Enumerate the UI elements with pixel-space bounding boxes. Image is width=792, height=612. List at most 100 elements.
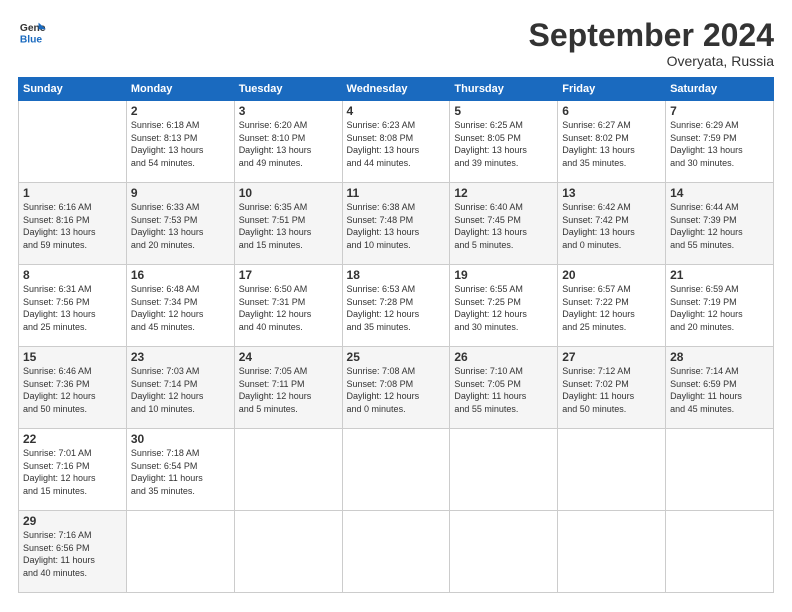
day-info: Sunrise: 6:53 AM Sunset: 7:28 PM Dayligh… [347, 283, 446, 333]
header-saturday: Saturday [666, 78, 774, 101]
header: General Blue September 2024 Overyata, Ru… [18, 18, 774, 69]
day-number: 29 [23, 514, 122, 528]
calendar-cell [666, 429, 774, 511]
day-info: Sunrise: 6:16 AM Sunset: 8:16 PM Dayligh… [23, 201, 122, 251]
day-number: 11 [347, 186, 446, 200]
calendar-cell: 29Sunrise: 7:16 AM Sunset: 6:56 PM Dayli… [19, 511, 127, 593]
calendar-cell: 26Sunrise: 7:10 AM Sunset: 7:05 PM Dayli… [450, 347, 558, 429]
day-info: Sunrise: 6:33 AM Sunset: 7:53 PM Dayligh… [131, 201, 230, 251]
day-number: 16 [131, 268, 230, 282]
day-info: Sunrise: 6:38 AM Sunset: 7:48 PM Dayligh… [347, 201, 446, 251]
day-number: 22 [23, 432, 122, 446]
day-number: 5 [454, 104, 553, 118]
week-row-2: 8Sunrise: 6:31 AM Sunset: 7:56 PM Daylig… [19, 265, 774, 347]
calendar-cell [19, 101, 127, 183]
day-info: Sunrise: 7:08 AM Sunset: 7:08 PM Dayligh… [347, 365, 446, 415]
day-number: 26 [454, 350, 553, 364]
day-number: 23 [131, 350, 230, 364]
calendar-cell [342, 429, 450, 511]
day-number: 4 [347, 104, 446, 118]
day-number: 7 [670, 104, 769, 118]
calendar-cell [234, 429, 342, 511]
calendar-cell: 2Sunrise: 6:18 AM Sunset: 8:13 PM Daylig… [126, 101, 234, 183]
day-number: 25 [347, 350, 446, 364]
header-tuesday: Tuesday [234, 78, 342, 101]
day-number: 17 [239, 268, 338, 282]
header-friday: Friday [558, 78, 666, 101]
calendar-cell [558, 429, 666, 511]
day-number: 1 [23, 186, 122, 200]
calendar-cell [342, 511, 450, 593]
day-number: 8 [23, 268, 122, 282]
day-number: 27 [562, 350, 661, 364]
header-wednesday: Wednesday [342, 78, 450, 101]
day-info: Sunrise: 6:25 AM Sunset: 8:05 PM Dayligh… [454, 119, 553, 169]
day-info: Sunrise: 6:48 AM Sunset: 7:34 PM Dayligh… [131, 283, 230, 333]
day-number: 2 [131, 104, 230, 118]
calendar-page: General Blue September 2024 Overyata, Ru… [0, 0, 792, 612]
calendar-cell [234, 511, 342, 593]
day-info: Sunrise: 7:18 AM Sunset: 6:54 PM Dayligh… [131, 447, 230, 497]
day-number: 24 [239, 350, 338, 364]
day-number: 10 [239, 186, 338, 200]
day-info: Sunrise: 6:50 AM Sunset: 7:31 PM Dayligh… [239, 283, 338, 333]
calendar-cell: 10Sunrise: 6:35 AM Sunset: 7:51 PM Dayli… [234, 183, 342, 265]
day-info: Sunrise: 6:57 AM Sunset: 7:22 PM Dayligh… [562, 283, 661, 333]
logo: General Blue [18, 18, 46, 46]
calendar-cell [558, 511, 666, 593]
svg-text:Blue: Blue [20, 34, 43, 45]
day-info: Sunrise: 7:03 AM Sunset: 7:14 PM Dayligh… [131, 365, 230, 415]
calendar-cell: 7Sunrise: 6:29 AM Sunset: 7:59 PM Daylig… [666, 101, 774, 183]
calendar-cell: 4Sunrise: 6:23 AM Sunset: 8:08 PM Daylig… [342, 101, 450, 183]
calendar-cell: 28Sunrise: 7:14 AM Sunset: 6:59 PM Dayli… [666, 347, 774, 429]
week-row-1: 1Sunrise: 6:16 AM Sunset: 8:16 PM Daylig… [19, 183, 774, 265]
calendar-cell: 18Sunrise: 6:53 AM Sunset: 7:28 PM Dayli… [342, 265, 450, 347]
day-number: 12 [454, 186, 553, 200]
day-number: 21 [670, 268, 769, 282]
day-info: Sunrise: 7:14 AM Sunset: 6:59 PM Dayligh… [670, 365, 769, 415]
day-info: Sunrise: 6:18 AM Sunset: 8:13 PM Dayligh… [131, 119, 230, 169]
day-number: 13 [562, 186, 661, 200]
day-info: Sunrise: 6:44 AM Sunset: 7:39 PM Dayligh… [670, 201, 769, 251]
calendar-cell: 9Sunrise: 6:33 AM Sunset: 7:53 PM Daylig… [126, 183, 234, 265]
calendar-cell: 22Sunrise: 7:01 AM Sunset: 7:16 PM Dayli… [19, 429, 127, 511]
calendar-cell: 25Sunrise: 7:08 AM Sunset: 7:08 PM Dayli… [342, 347, 450, 429]
calendar-cell: 17Sunrise: 6:50 AM Sunset: 7:31 PM Dayli… [234, 265, 342, 347]
calendar-cell: 13Sunrise: 6:42 AM Sunset: 7:42 PM Dayli… [558, 183, 666, 265]
calendar-cell: 11Sunrise: 6:38 AM Sunset: 7:48 PM Dayli… [342, 183, 450, 265]
calendar-cell: 21Sunrise: 6:59 AM Sunset: 7:19 PM Dayli… [666, 265, 774, 347]
calendar-cell: 1Sunrise: 6:16 AM Sunset: 8:16 PM Daylig… [19, 183, 127, 265]
day-info: Sunrise: 7:05 AM Sunset: 7:11 PM Dayligh… [239, 365, 338, 415]
day-info: Sunrise: 6:40 AM Sunset: 7:45 PM Dayligh… [454, 201, 553, 251]
day-number: 15 [23, 350, 122, 364]
logo-icon: General Blue [18, 18, 46, 46]
day-info: Sunrise: 6:20 AM Sunset: 8:10 PM Dayligh… [239, 119, 338, 169]
day-info: Sunrise: 6:31 AM Sunset: 7:56 PM Dayligh… [23, 283, 122, 333]
calendar-cell: 30Sunrise: 7:18 AM Sunset: 6:54 PM Dayli… [126, 429, 234, 511]
day-number: 6 [562, 104, 661, 118]
header-thursday: Thursday [450, 78, 558, 101]
calendar-cell: 24Sunrise: 7:05 AM Sunset: 7:11 PM Dayli… [234, 347, 342, 429]
day-number: 20 [562, 268, 661, 282]
calendar-table: Sunday Monday Tuesday Wednesday Thursday… [18, 77, 774, 593]
calendar-cell: 15Sunrise: 6:46 AM Sunset: 7:36 PM Dayli… [19, 347, 127, 429]
day-info: Sunrise: 6:35 AM Sunset: 7:51 PM Dayligh… [239, 201, 338, 251]
calendar-cell [450, 429, 558, 511]
day-number: 14 [670, 186, 769, 200]
day-number: 9 [131, 186, 230, 200]
day-info: Sunrise: 7:10 AM Sunset: 7:05 PM Dayligh… [454, 365, 553, 415]
week-row-4: 22Sunrise: 7:01 AM Sunset: 7:16 PM Dayli… [19, 429, 774, 511]
day-info: Sunrise: 7:01 AM Sunset: 7:16 PM Dayligh… [23, 447, 122, 497]
calendar-cell: 19Sunrise: 6:55 AM Sunset: 7:25 PM Dayli… [450, 265, 558, 347]
location: Overyata, Russia [529, 53, 774, 69]
day-info: Sunrise: 6:59 AM Sunset: 7:19 PM Dayligh… [670, 283, 769, 333]
day-number: 28 [670, 350, 769, 364]
day-info: Sunrise: 6:42 AM Sunset: 7:42 PM Dayligh… [562, 201, 661, 251]
day-info: Sunrise: 6:46 AM Sunset: 7:36 PM Dayligh… [23, 365, 122, 415]
calendar-cell: 3Sunrise: 6:20 AM Sunset: 8:10 PM Daylig… [234, 101, 342, 183]
day-number: 18 [347, 268, 446, 282]
day-info: Sunrise: 6:27 AM Sunset: 8:02 PM Dayligh… [562, 119, 661, 169]
header-monday: Monday [126, 78, 234, 101]
weekday-header-row: Sunday Monday Tuesday Wednesday Thursday… [19, 78, 774, 101]
calendar-cell: 27Sunrise: 7:12 AM Sunset: 7:02 PM Dayli… [558, 347, 666, 429]
